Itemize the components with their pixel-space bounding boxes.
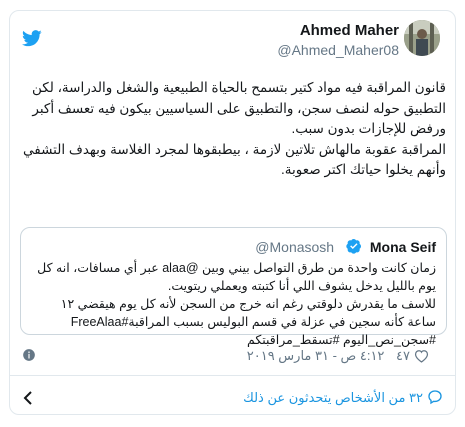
tweet-text-paragraph: قانون المراقبة فيه مواد كتير بتسمح بالحي… [31, 80, 446, 136]
author-avatar[interactable] [404, 20, 440, 56]
quoted-text-paragraph: زمان كانت واحدة من طرق التواصل بيني وبين… [37, 261, 436, 293]
quoted-text-paragraph: للاسف ما يقدرش دلوقتي رغم انه خرج من الس… [60, 297, 436, 347]
quoted-author-handle[interactable]: @Monasosh [255, 239, 334, 255]
author-name[interactable]: Ahmed Maher [300, 22, 399, 39]
verified-badge-icon [346, 239, 361, 254]
conversation-text: ٣٢ من الأشخاص يتحدثون عن ذلك [243, 390, 423, 405]
tweet-text: قانون المراقبة فيه مواد كتير بتسمح بالحي… [20, 78, 446, 181]
like-button[interactable]: ٤٧ [392, 348, 429, 363]
tweet-timestamp[interactable]: ٤:١٢ ص - ٣١ مارس ٢٠١٩ [247, 348, 385, 363]
info-icon[interactable] [22, 348, 36, 362]
twitter-bird-icon[interactable] [22, 30, 42, 47]
author-handle[interactable]: @Ahmed_Maher08 [277, 42, 399, 58]
heart-icon [414, 350, 429, 363]
reply-bubble-icon [428, 390, 442, 405]
quoted-author-name[interactable]: Mona Seif [370, 239, 436, 255]
quoted-tweet-header: @Monasosh Mona Seif [255, 238, 436, 255]
conversation-link[interactable]: ٣٢ من الأشخاص يتحدثون عن ذلك [243, 389, 443, 406]
like-count: ٤٧ [396, 348, 410, 363]
avatar-photo [404, 20, 440, 56]
quoted-tweet[interactable]: @Monasosh Mona Seif زمان كانت واحدة من ط… [20, 227, 447, 347]
divider [9, 375, 456, 376]
tweet-meta: ٤٧ ٤:١٢ ص - ٣١ مارس ٢٠١٩ [247, 348, 429, 364]
quoted-tweet-text: زمان كانت واحدة من طرق التواصل بيني وبين… [31, 259, 436, 349]
chevron-left-icon[interactable] [22, 390, 34, 406]
tweet-text-paragraph: المراقبة عقوبة مالهاش تلاتين لازمة ، بيط… [23, 141, 446, 178]
